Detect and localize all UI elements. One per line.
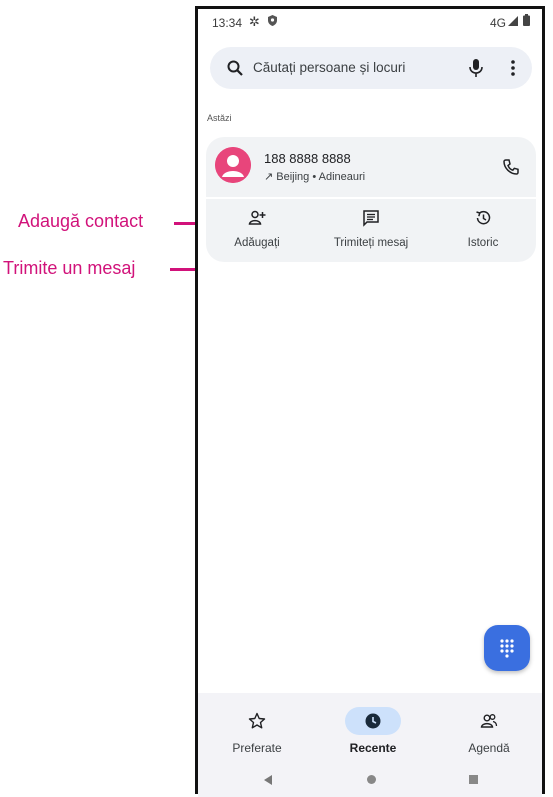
- more-vert-icon[interactable]: [510, 59, 516, 77]
- search-icon[interactable]: [226, 59, 244, 77]
- shield-icon: [268, 15, 277, 26]
- card-divider: [206, 197, 536, 199]
- phone-icon[interactable]: [502, 158, 520, 176]
- system-nav-bar: [198, 771, 542, 793]
- signal-icon: [508, 16, 518, 26]
- send-message-button[interactable]: Trimiteți mesaj: [325, 205, 417, 255]
- dialpad-icon: [500, 639, 514, 658]
- nav-recents-pill: [345, 707, 401, 735]
- annotation-add-contact: Adaugă contact: [18, 211, 144, 231]
- contacts-icon: [480, 714, 498, 728]
- star-icon: [248, 712, 266, 729]
- add-contact-label: Adăugați: [234, 237, 280, 249]
- nav-favorites[interactable]: Preferate: [212, 707, 302, 763]
- history-label: Istoric: [467, 237, 499, 249]
- call-number: 188 8888 8888: [264, 151, 351, 166]
- gear-icon: ✲: [249, 14, 260, 29]
- bottom-nav: Preferate Recente Agendă: [198, 693, 542, 797]
- nav-contacts-label: Agendă: [468, 741, 510, 755]
- mic-icon[interactable]: [468, 58, 484, 78]
- add-person-icon: [248, 210, 266, 225]
- network-type: 4G: [489, 16, 506, 30]
- nav-favorites-pill: [229, 707, 285, 735]
- message-icon: [363, 210, 379, 227]
- call-detail: ↗ Beijing • Adineauri: [264, 171, 366, 183]
- recent-apps-icon[interactable]: [469, 775, 478, 784]
- section-label-today: Astăzi: [207, 113, 232, 123]
- back-icon[interactable]: [264, 775, 272, 785]
- search-input[interactable]: Căutați persoane și locuri: [253, 60, 405, 75]
- nav-contacts[interactable]: Agendă: [444, 707, 534, 763]
- avatar: [215, 147, 251, 183]
- nav-contacts-pill: [461, 707, 517, 735]
- recent-call-card[interactable]: 188 8888 8888 ↗ Beijing • Adineauri Adău…: [206, 137, 536, 262]
- history-icon: [476, 210, 491, 225]
- nav-favorites-label: Preferate: [232, 741, 282, 755]
- nav-recents-label: Recente: [349, 741, 397, 755]
- home-icon[interactable]: [367, 775, 376, 784]
- search-bar[interactable]: Căutați persoane și locuri: [210, 47, 532, 89]
- status-time: 13:34: [212, 16, 243, 30]
- clock-icon: [365, 713, 381, 729]
- status-bar: 13:34 ✲ 4G: [198, 9, 542, 37]
- battery-icon: [523, 14, 530, 26]
- phone-screen: 13:34 ✲ 4G Căutați persoane și locuri As…: [195, 6, 545, 797]
- nav-recents[interactable]: Recente: [328, 707, 418, 763]
- annotation-send-message: Trimite un mesaj: [3, 258, 136, 278]
- history-button[interactable]: Istoric: [437, 205, 529, 255]
- dialpad-button[interactable]: [484, 625, 530, 671]
- add-contact-button[interactable]: Adăugați: [211, 205, 303, 255]
- send-message-label: Trimiteți mesaj: [333, 237, 409, 249]
